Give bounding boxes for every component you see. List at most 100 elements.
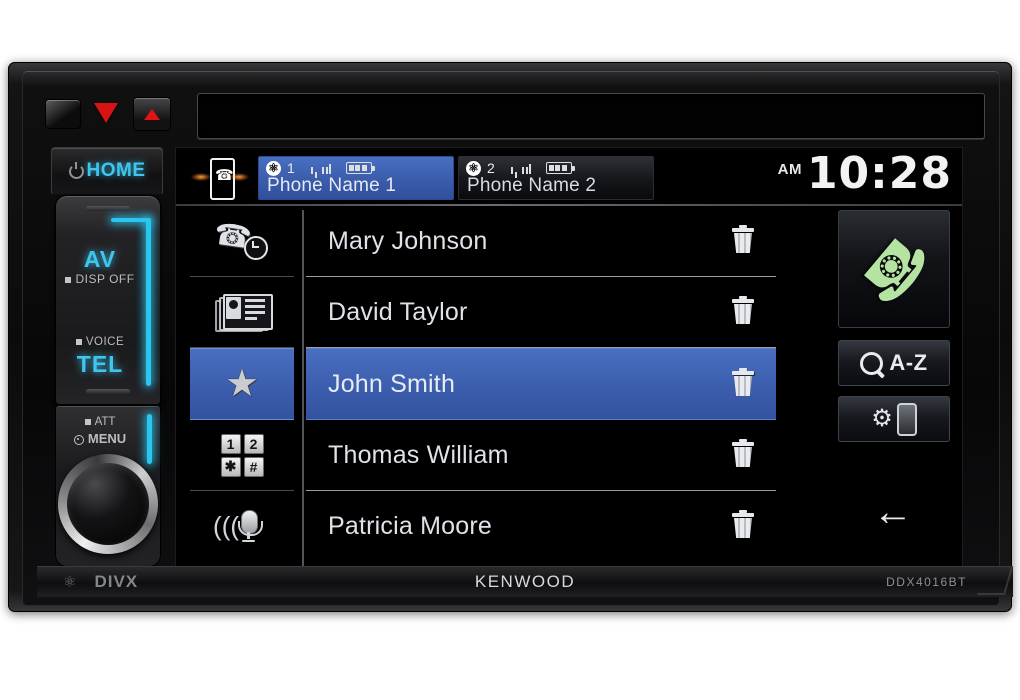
rail-divider xyxy=(302,210,304,574)
dialpad-icon: 1 2 ✱ # xyxy=(220,433,264,477)
contact-list: Mary Johnson David Taylor John Smith Tho… xyxy=(306,206,776,578)
back-button[interactable]: ← xyxy=(862,492,924,532)
dialpad-key-2: 2 xyxy=(243,433,264,454)
sidebar-item-voice-dial[interactable]: ))) xyxy=(190,491,294,561)
menu-label: MENU xyxy=(56,431,144,446)
att-text: ATT xyxy=(94,416,116,428)
contact-name: Patricia Moore xyxy=(328,511,492,540)
dialpad-key-hash: # xyxy=(243,456,264,477)
square-bullet-icon xyxy=(65,276,72,283)
signal-bars-icon xyxy=(510,162,534,178)
gear-icon: ⚙ xyxy=(871,405,893,432)
model-number: DDX4016BT xyxy=(886,575,967,589)
tel-label: TEL xyxy=(76,351,124,377)
contact-name: Mary Johnson xyxy=(328,226,488,255)
phone-tab-1-name: Phone Name 1 xyxy=(267,175,397,196)
lcd-screen: ☎ ⚛ 1 Phone Name 1 ⚛ 2 Phone Name 2 AM 1… xyxy=(175,147,963,579)
tilt-down-button[interactable] xyxy=(93,101,119,127)
search-az-button[interactable]: A-Z xyxy=(838,340,950,386)
kenwood-logo: KENWOOD xyxy=(474,572,576,591)
phone-settings-button[interactable]: ⚙ xyxy=(838,396,950,442)
disp-off-label: DISP OFF xyxy=(56,272,144,286)
back-arrow-icon: ← xyxy=(873,490,913,534)
trash-icon[interactable] xyxy=(732,368,754,397)
trash-icon[interactable] xyxy=(732,510,754,539)
disp-off-text: DISP OFF xyxy=(75,272,135,286)
phone-tab-1-status: ⚛ 1 xyxy=(266,160,375,178)
phone-tabs: ⚛ 1 Phone Name 1 ⚛ 2 Phone Name 2 xyxy=(258,156,654,200)
sidebar-item-phonebook[interactable] xyxy=(190,277,294,348)
contact-name: John Smith xyxy=(328,369,456,398)
volume-knob[interactable] xyxy=(58,454,158,554)
square-bullet-icon xyxy=(75,338,82,345)
square-bullet-icon xyxy=(84,418,91,425)
att-label: ATT xyxy=(56,416,144,428)
phone-tab-2-name: Phone Name 2 xyxy=(467,175,597,196)
bezel-corner-accent xyxy=(976,567,1014,595)
handset-glyph: ☎ xyxy=(215,167,234,184)
table-row[interactable]: Patricia Moore xyxy=(306,491,776,561)
phone-tab-1-index: 1 xyxy=(287,160,295,176)
sidebar-item-favorites[interactable]: ★ xyxy=(190,348,294,420)
table-row[interactable]: David Taylor xyxy=(306,277,776,348)
dialpad-key-1: 1 xyxy=(220,433,241,454)
att-menu-knob-panel[interactable]: ATT MENU xyxy=(55,405,161,567)
voice-text: VOICE xyxy=(85,336,125,348)
home-button-label: HOME xyxy=(86,160,146,181)
neon-accent-bar xyxy=(146,218,151,386)
bluetooth-icon: ⚛ xyxy=(466,160,481,176)
top-bezel xyxy=(45,89,985,141)
av-tel-button[interactable]: AV DISP OFF VOICE TEL xyxy=(55,195,161,405)
signal-bars-icon xyxy=(310,162,334,178)
menu-text: MENU xyxy=(87,431,127,446)
star-icon: ★ xyxy=(224,363,260,405)
eject-icon xyxy=(144,108,160,120)
clock-time: 10:28 xyxy=(806,148,952,199)
screen-body: ☎ ★ 1 2 ✱ #))) Mary Johnson David Taylo… xyxy=(176,206,962,578)
trash-icon[interactable] xyxy=(732,296,754,325)
dialpad-key-star: ✱ xyxy=(220,456,241,477)
action-rail: ☎ A-Z ⚙ ← xyxy=(838,206,952,578)
neon-accent-bar-knob xyxy=(147,414,152,464)
av-label: AV xyxy=(83,246,117,272)
divx-logo: DIVX xyxy=(94,572,139,591)
phone-connected-icon: ☎ xyxy=(191,156,249,200)
home-button[interactable]: HOME xyxy=(51,147,163,194)
head-unit-chassis: HOME AV DISP OFF VOICE TEL ATT MENU ☎ ⚛ … xyxy=(8,62,1014,612)
table-row[interactable]: Thomas William xyxy=(306,420,776,491)
handset-clock-icon: ☎ xyxy=(212,218,270,262)
green-handset-icon: ☎ xyxy=(846,220,943,318)
contact-name: Thomas William xyxy=(328,440,509,469)
clock-ampm: AM xyxy=(777,161,802,178)
phone-tab-1[interactable]: ⚛ 1 Phone Name 1 xyxy=(258,156,454,200)
bluetooth-icon: ⚛ xyxy=(63,574,77,591)
call-button[interactable]: ☎ xyxy=(838,210,950,328)
clock: AM 10:28 xyxy=(778,152,952,196)
left-control-column: HOME AV DISP OFF VOICE TEL ATT MENU xyxy=(45,147,167,577)
phone-tab-2-index: 2 xyxy=(487,160,495,176)
head-unit-face: HOME AV DISP OFF VOICE TEL ATT MENU ☎ ⚛ … xyxy=(22,70,1014,606)
contact-card-icon xyxy=(215,294,273,332)
microphone-icon: ))) xyxy=(213,505,271,547)
search-az-label: A-Z xyxy=(889,350,928,375)
mode-rail: ☎ ★ 1 2 ✱ #))) xyxy=(190,206,304,578)
phone-tab-2-status: ⚛ 2 xyxy=(466,160,575,178)
sidebar-item-call-history[interactable]: ☎ xyxy=(190,206,294,277)
magnifier-icon xyxy=(860,351,884,375)
sound-waves-icon: ))) xyxy=(213,511,239,541)
contact-name: David Taylor xyxy=(328,297,468,326)
disc-slot[interactable] xyxy=(197,93,985,139)
table-row[interactable]: Mary Johnson xyxy=(306,206,776,277)
phone-tab-2[interactable]: ⚛ 2 Phone Name 2 xyxy=(458,156,654,200)
trash-icon[interactable] xyxy=(732,225,754,254)
table-row-selected[interactable]: John Smith xyxy=(306,348,776,420)
bluetooth-icon: ⚛ xyxy=(266,160,281,176)
power-icon xyxy=(68,163,84,179)
phone-icon xyxy=(896,402,917,436)
sidebar-item-keypad[interactable]: 1 2 ✱ # xyxy=(190,420,294,491)
glow-left xyxy=(191,173,211,181)
eject-button[interactable] xyxy=(133,97,171,131)
trash-icon[interactable] xyxy=(732,439,754,468)
reset-button[interactable] xyxy=(45,99,81,129)
triangle-down-icon xyxy=(94,103,118,123)
